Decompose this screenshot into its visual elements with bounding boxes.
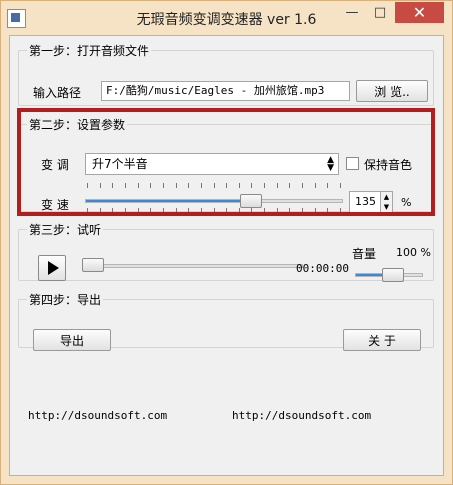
step4-group: 第四步：导出 导出 关 于	[18, 291, 434, 351]
about-button[interactable]: 关 于	[343, 329, 421, 351]
playback-progress-thumb[interactable]	[82, 258, 104, 272]
app-window: 无瑕音频变调变速器 ver 1.6 — □ ✕ 第一步：打开音频文件 输入路径 …	[0, 0, 453, 485]
step3-group: 第三步：试听 00:00:00 音量 100 %	[18, 221, 434, 282]
playback-progress-track[interactable]	[83, 264, 303, 268]
browse-button[interactable]: 浏 览..	[356, 80, 428, 102]
volume-label: 音量	[352, 247, 377, 261]
path-input[interactable]: F:/酷狗/music/Eagles - 加州旅馆.mp3	[101, 81, 350, 101]
play-button[interactable]	[38, 255, 66, 281]
title-bar[interactable]: 无瑕音频变调变速器 ver 1.6 — □ ✕	[1, 1, 452, 35]
website-link-left[interactable]: http://dsoundsoft.com	[28, 409, 167, 422]
client-area: 第一步：打开音频文件 输入路径 F:/酷狗/music/Eagles - 加州旅…	[9, 35, 444, 476]
website-link-right[interactable]: http://dsoundsoft.com	[232, 409, 371, 422]
step1-group: 第一步：打开音频文件 输入路径 F:/酷狗/music/Eagles - 加州旅…	[18, 42, 434, 106]
playback-time: 00:00:00	[296, 262, 349, 275]
input-path-label: 输入路径	[33, 86, 82, 100]
maximize-button[interactable]: □	[366, 2, 394, 23]
volume-slider-thumb[interactable]	[381, 268, 404, 282]
volume-value: 100 %	[396, 246, 431, 259]
export-button[interactable]: 导出	[33, 329, 111, 351]
step1-legend: 第一步：打开音频文件	[29, 44, 150, 58]
step3-legend: 第三步：试听	[29, 223, 102, 237]
minimize-button[interactable]: —	[338, 2, 366, 23]
step4-legend: 第四步：导出	[29, 293, 102, 307]
step2-highlight-frame	[17, 108, 435, 216]
close-button[interactable]: ✕	[395, 2, 444, 23]
